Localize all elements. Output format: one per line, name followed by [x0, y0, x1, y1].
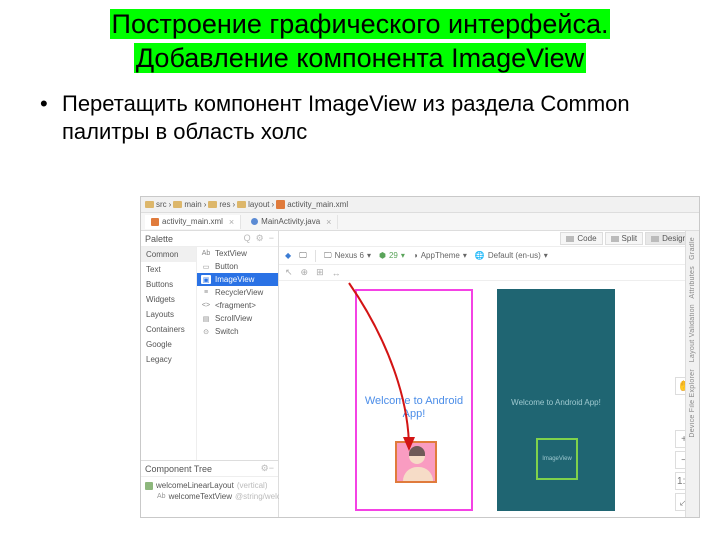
tree-row-linearlayout[interactable]: welcomeLinearLayout (vertical) [145, 480, 274, 491]
bullet-text: Перетащить компонент ImageView из раздел… [20, 90, 700, 147]
device-file-explorer-tab[interactable]: Device File Explorer [689, 369, 696, 438]
palette-item-button[interactable]: ▭Button [197, 260, 278, 273]
orientation-icon[interactable]: 🖵 [299, 251, 307, 261]
scrollview-icon: ▤ [201, 314, 211, 323]
slide-title: Построение графического интерфейса. Доба… [20, 8, 700, 76]
layout-validation-tab[interactable]: Layout Validation [689, 304, 696, 362]
fragment-icon: <> [201, 301, 211, 310]
breadcrumb: src› main› res› layout› activity_main.xm… [141, 197, 699, 213]
design-preview[interactable]: Welcome to Android App! [355, 289, 473, 511]
button-icon: ▭ [201, 262, 211, 271]
tab-activity-main[interactable]: activity_main.xml× [145, 215, 241, 229]
select-icon[interactable]: ↖ [285, 267, 293, 278]
breadcrumb-item[interactable]: activity_main.xml [276, 200, 348, 209]
design-icon [651, 236, 659, 242]
mode-code-button[interactable]: Code [560, 232, 602, 245]
xml-icon [151, 218, 159, 226]
folder-icon [237, 201, 246, 208]
textview-icon: Ab [157, 493, 166, 500]
mode-split-button[interactable]: Split [605, 232, 644, 245]
palette-cat-text[interactable]: Text [141, 262, 196, 277]
palette-items: AbTextView ▭Button ▣ImageView ≡RecyclerV… [197, 247, 278, 460]
pan-icon[interactable]: ⊕ [301, 267, 309, 278]
folder-icon [208, 201, 217, 208]
palette-cat-legacy[interactable]: Legacy [141, 352, 196, 367]
switch-icon: ⊙ [201, 327, 211, 336]
component-tree-header: Component Tree ⚙− [141, 461, 278, 477]
search-icon[interactable]: Q [244, 233, 251, 244]
palette-cat-layouts[interactable]: Layouts [141, 307, 196, 322]
tab-mainactivity[interactable]: MainActivity.java× [245, 215, 338, 229]
folder-icon [173, 201, 182, 208]
tree-row-textview[interactable]: Ab welcomeTextView @string/welc… [145, 491, 274, 502]
baseline-icon[interactable]: ↔ [332, 268, 341, 278]
folder-icon [145, 201, 154, 208]
palette-cat-containers[interactable]: Containers [141, 322, 196, 337]
surface-toolbar: ↖ ⊕ ⊞ ↔ [279, 265, 699, 281]
xml-icon [276, 200, 285, 209]
palette-item-textview[interactable]: AbTextView [197, 247, 278, 260]
gradle-tab[interactable]: Gradle [689, 237, 696, 260]
palette-header: Palette Q⚙− [141, 231, 278, 247]
welcome-text: Welcome to Android App! [357, 395, 471, 421]
collapse-icon[interactable]: − [269, 233, 274, 244]
locale-selector[interactable]: 🌐 Default (en-us) ▾ [475, 251, 548, 260]
editor-tabs: activity_main.xml× MainActivity.java× [141, 213, 699, 231]
collapse-icon[interactable]: − [269, 463, 274, 473]
guideline-icon[interactable]: ⊞ [316, 267, 324, 278]
close-icon[interactable]: × [326, 217, 331, 227]
surface-icon[interactable]: ◆ [285, 251, 291, 260]
imageview-icon: ▣ [201, 275, 211, 284]
theme-selector[interactable]: ◑ AppTheme ▾ [413, 251, 467, 260]
palette-categories: Common Text Buttons Widgets Layouts Cont… [141, 247, 197, 460]
palette-item-switch[interactable]: ⊙Switch [197, 325, 278, 338]
attributes-tab[interactable]: Attributes [689, 266, 696, 299]
palette-item-scrollview[interactable]: ▤ScrollView [197, 312, 278, 325]
palette-cat-google[interactable]: Google [141, 337, 196, 352]
textview-icon: Ab [201, 249, 211, 258]
palette-cat-buttons[interactable]: Buttons [141, 277, 196, 292]
design-surface[interactable]: Welcome to Android App! Welcome to Andro… [279, 281, 699, 517]
device-selector[interactable]: 🖵 Nexus 6 ▾ [324, 251, 371, 261]
blueprint-preview[interactable]: Welcome to Android App! ImageView [497, 289, 615, 511]
gear-icon[interactable]: ⚙ [261, 463, 269, 473]
code-icon [566, 236, 574, 242]
right-sidebar-tabs: Gradle Attributes Layout Validation Devi… [685, 231, 699, 517]
breadcrumb-item[interactable]: res [208, 200, 230, 209]
api-selector[interactable]: ⬢ 29 ▾ [379, 251, 405, 260]
imageview-placeholder[interactable]: ImageView [536, 438, 578, 480]
breadcrumb-item[interactable]: main [173, 200, 201, 209]
palette-item-imageview[interactable]: ▣ImageView [197, 273, 278, 286]
recyclerview-icon: ≡ [201, 288, 211, 297]
ide-window: src› main› res› layout› activity_main.xm… [140, 196, 700, 518]
avatar-image[interactable] [395, 441, 437, 483]
gear-icon[interactable]: ⚙ [256, 233, 264, 244]
close-icon[interactable]: × [229, 217, 234, 227]
java-icon [251, 218, 258, 225]
layout-icon [145, 482, 153, 490]
palette-cat-common[interactable]: Common [141, 247, 196, 262]
breadcrumb-item[interactable]: src [145, 200, 167, 209]
palette-cat-widgets[interactable]: Widgets [141, 292, 196, 307]
palette-item-fragment[interactable]: <><fragment> [197, 299, 278, 312]
breadcrumb-item[interactable]: layout [237, 200, 269, 209]
welcome-text-blueprint: Welcome to Android App! [498, 398, 614, 407]
design-toolbar: ◆ 🖵 🖵 Nexus 6 ▾ ⬢ 29 ▾ ◑ AppTheme ▾ 🌐 De… [279, 247, 699, 265]
palette-item-recyclerview[interactable]: ≡RecyclerView [197, 286, 278, 299]
split-icon [611, 236, 619, 242]
